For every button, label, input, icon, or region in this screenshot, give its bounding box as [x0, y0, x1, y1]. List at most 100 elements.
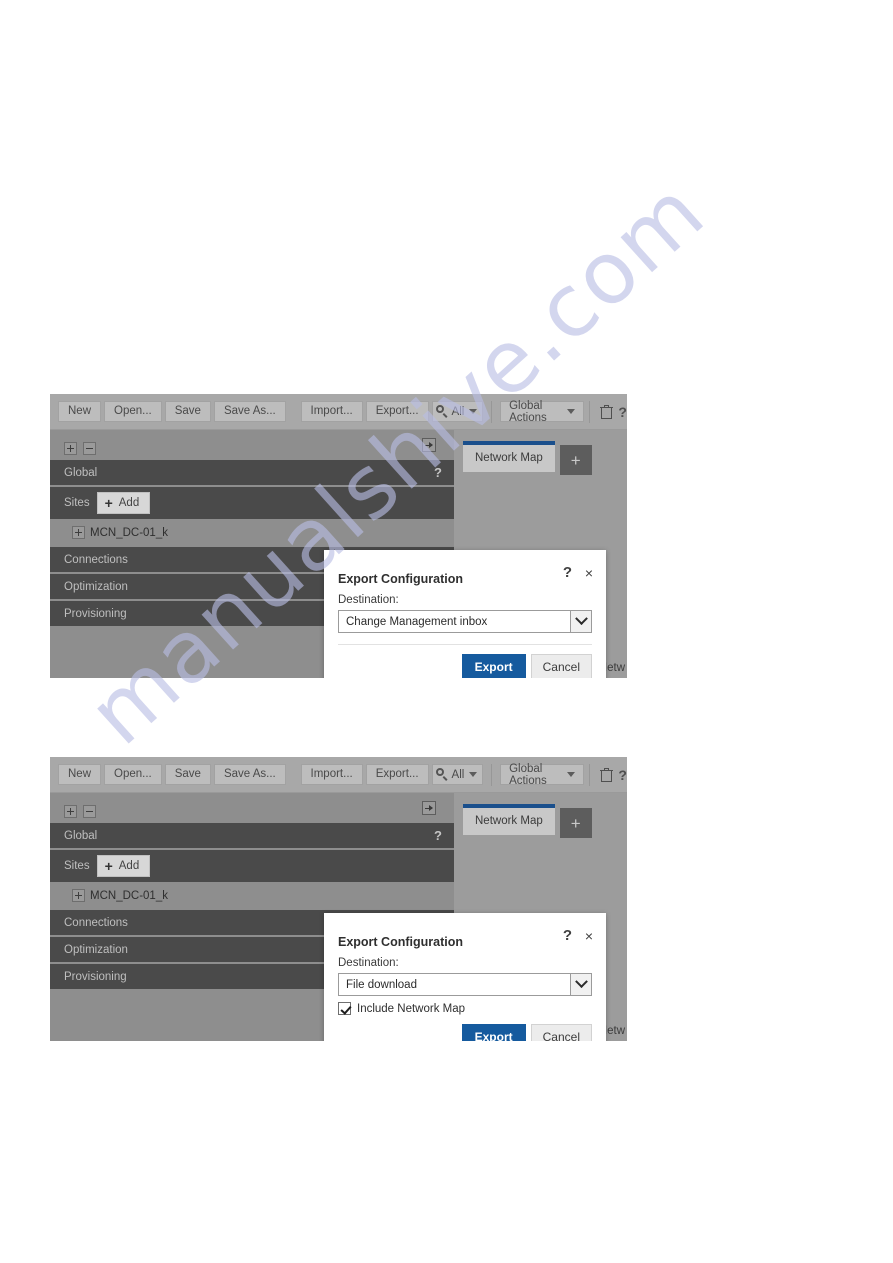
search-scope-label: All	[451, 405, 465, 418]
chevron-down-icon[interactable]	[570, 611, 591, 632]
global-actions-dropdown[interactable]: Global Actions	[500, 399, 585, 424]
add-site-label: Add	[118, 860, 140, 872]
export-button[interactable]: Export...	[365, 401, 429, 422]
dialog-header: Export Configuration ? ×	[324, 550, 606, 588]
include-network-map-row[interactable]: Include Network Map	[338, 1002, 592, 1015]
expand-node-icon[interactable]	[72, 526, 85, 539]
open-button[interactable]: Open...	[104, 764, 162, 785]
include-network-map-label: Include Network Map	[357, 1002, 466, 1015]
add-site-button[interactable]: + Add	[96, 855, 151, 877]
tree-item-site[interactable]: MCN_DC-01_k	[50, 520, 454, 545]
add-tab-button[interactable]: +	[559, 445, 592, 475]
collapse-all-icon[interactable]	[83, 804, 96, 818]
export-button[interactable]: Export...	[365, 764, 429, 785]
tree-row-label: Global	[64, 829, 98, 842]
tree-item-site[interactable]: MCN_DC-01_k	[50, 883, 454, 908]
chevron-down-icon	[469, 772, 478, 777]
export-confirm-button[interactable]: Export	[461, 1024, 526, 1041]
destination-select[interactable]: Change Management inbox	[338, 610, 592, 633]
tree-row-sites[interactable]: Sites + Add	[50, 487, 454, 519]
new-button[interactable]: New	[58, 764, 102, 785]
expand-node-icon[interactable]	[72, 889, 85, 902]
cancel-button[interactable]: Cancel	[530, 1024, 592, 1041]
trash-icon[interactable]	[599, 767, 613, 782]
help-icon[interactable]: ?	[563, 564, 572, 581]
close-icon[interactable]: ×	[585, 928, 593, 944]
toolbar: New Open... Save Save As... Import... Ex…	[50, 757, 627, 793]
tree-row-label: Connections	[64, 916, 128, 929]
trash-icon[interactable]	[599, 404, 613, 419]
help-icon[interactable]: ?	[618, 767, 627, 783]
tree-row-label: Optimization	[64, 943, 128, 956]
add-site-label: Add	[118, 497, 140, 509]
export-confirm-button[interactable]: Export	[461, 654, 526, 678]
import-button[interactable]: Import...	[300, 401, 363, 422]
site-name-label: MCN_DC-01_k	[90, 526, 168, 539]
screenshot-panel-bottom: New Open... Save Save As... Import... Ex…	[50, 757, 627, 1041]
collapse-panel-icon[interactable]	[422, 438, 436, 452]
tree-row-label: Connections	[64, 553, 128, 566]
search-filter-control[interactable]: All	[431, 764, 484, 785]
save-as-button[interactable]: Save As...	[213, 764, 286, 785]
add-site-button[interactable]: + Add	[96, 492, 151, 514]
collapse-panel-icon[interactable]	[422, 801, 436, 815]
tree-row-sites[interactable]: Sites + Add	[50, 850, 454, 882]
close-icon[interactable]: ×	[585, 565, 593, 581]
save-as-button[interactable]: Save As...	[213, 401, 286, 422]
chevron-down-icon	[567, 409, 576, 414]
collapse-all-icon[interactable]	[83, 441, 96, 455]
expand-all-icon[interactable]	[64, 441, 77, 455]
new-button[interactable]: New	[58, 401, 102, 422]
add-tab-button[interactable]: +	[559, 808, 592, 838]
plus-icon: +	[104, 495, 113, 511]
chevron-down-icon	[567, 772, 576, 777]
tree-row-label: Sites	[64, 497, 90, 509]
search-icon	[435, 768, 449, 781]
plus-icon: +	[104, 858, 113, 874]
toolbar-separator	[589, 400, 590, 423]
dialog-title: Export Configuration	[338, 572, 463, 586]
search-scope-label: All	[451, 768, 465, 781]
cancel-button[interactable]: Cancel	[530, 654, 592, 678]
global-actions-dropdown[interactable]: Global Actions	[500, 762, 585, 787]
destination-label: Destination:	[338, 957, 399, 969]
save-button[interactable]: Save	[164, 401, 211, 422]
tree-row-label: Optimization	[64, 580, 128, 593]
include-network-map-checkbox[interactable]	[338, 1002, 351, 1015]
workspace: Global ? Sites + Add MCN_DC-01_k Connect…	[50, 430, 627, 678]
help-icon[interactable]: ?	[434, 465, 442, 480]
help-icon[interactable]: ?	[618, 404, 627, 420]
expand-all-icon[interactable]	[64, 804, 77, 818]
dialog-header: Export Configuration ? ×	[324, 913, 606, 951]
search-filter-control[interactable]: All	[431, 401, 484, 422]
tree-toolbar	[50, 430, 454, 460]
dialog-title: Export Configuration	[338, 935, 463, 949]
tree-row-global[interactable]: Global ?	[50, 823, 454, 848]
tree-toolbar	[50, 793, 454, 823]
dialog-footer: Export Cancel	[324, 645, 606, 678]
tree-row-label: Global	[64, 466, 98, 479]
export-configuration-dialog: Export Configuration ? × Destination: Fi…	[324, 913, 606, 1041]
help-icon[interactable]: ?	[563, 927, 572, 944]
destination-value: File download	[346, 978, 417, 991]
workspace: Global ? Sites + Add MCN_DC-01_k Connect…	[50, 793, 627, 1041]
tab-network-map[interactable]: Network Map	[463, 441, 555, 472]
toolbar: New Open... Save Save As... Import... Ex…	[50, 394, 627, 430]
tree-row-label: Sites	[64, 860, 90, 872]
help-icon[interactable]: ?	[434, 828, 442, 843]
destination-select[interactable]: File download	[338, 973, 592, 996]
tab-network-map[interactable]: Network Map	[463, 804, 555, 835]
import-button[interactable]: Import...	[300, 764, 363, 785]
global-actions-label: Global Actions	[509, 399, 547, 424]
tree-row-label: Provisioning	[64, 970, 127, 983]
save-button[interactable]: Save	[164, 764, 211, 785]
chevron-down-icon[interactable]	[570, 974, 591, 995]
dialog-body: Destination: Change Management inbox	[324, 588, 606, 633]
global-actions-label: Global Actions	[509, 762, 547, 787]
dialog-body: Destination: File download Include Netwo…	[324, 951, 606, 1015]
search-icon	[435, 405, 449, 418]
chevron-down-icon	[469, 409, 478, 414]
open-button[interactable]: Open...	[104, 401, 162, 422]
toolbar-separator	[491, 400, 493, 423]
tree-row-global[interactable]: Global ?	[50, 460, 454, 485]
